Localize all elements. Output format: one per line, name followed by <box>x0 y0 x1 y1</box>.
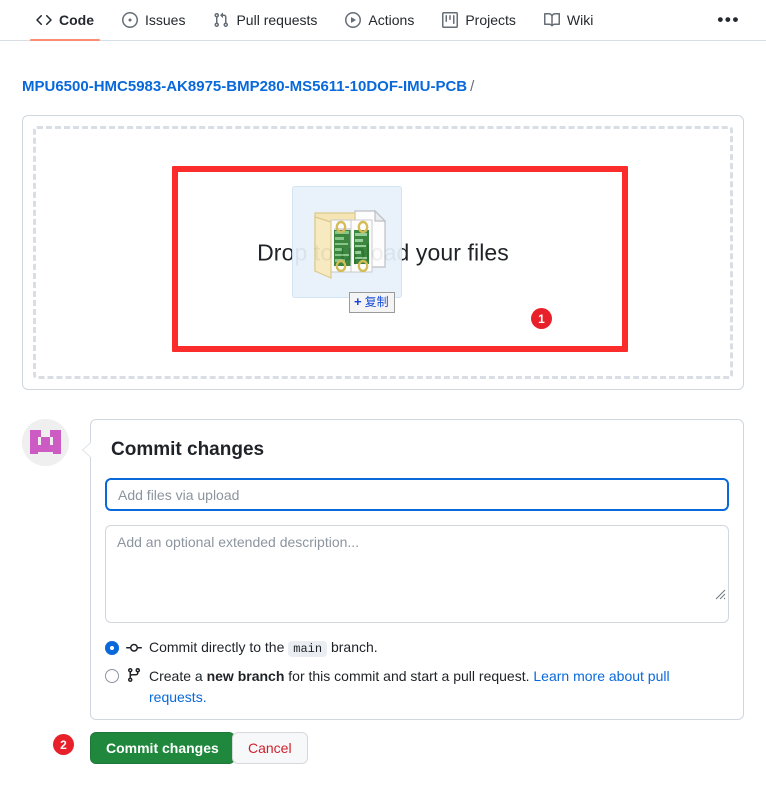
option-create-new-branch[interactable]: Create a new branch for this commit and … <box>105 666 705 708</box>
tab-issues[interactable]: Issues <box>108 0 199 40</box>
commit-changes-card: Commit changes Commit directly to the ma… <box>82 419 744 720</box>
code-icon <box>36 12 52 28</box>
annotation-badge-1: 1 <box>531 308 552 329</box>
option-create-new-branch-text: Create a new branch for this commit and … <box>149 666 705 708</box>
tab-actions-label: Actions <box>368 12 415 28</box>
new-branch-text-before: Create a <box>149 668 203 684</box>
radio-create-new-branch[interactable] <box>105 669 119 683</box>
commit-direct-text-before: Commit directly to the <box>149 639 285 655</box>
new-branch-text-after: for this commit and start a pull request… <box>288 668 530 684</box>
tab-pull-requests[interactable]: Pull requests <box>199 0 331 40</box>
commit-changes-button[interactable]: Commit changes <box>90 732 235 764</box>
drag-copy-tooltip: + 复制 <box>349 292 395 313</box>
option-commit-direct-text: Commit directly to the main branch. <box>149 637 378 658</box>
commit-message-input[interactable] <box>105 478 729 511</box>
branch-name-chip: main <box>288 641 328 657</box>
play-icon <box>345 12 362 28</box>
active-tab-indicator <box>30 39 100 41</box>
tab-code[interactable]: Code <box>22 0 108 41</box>
tab-actions[interactable]: Actions <box>331 0 428 40</box>
new-branch-emphasis: new branch <box>206 668 285 684</box>
drag-preview-folder-icon <box>292 186 402 298</box>
cancel-button[interactable]: Cancel <box>232 732 308 764</box>
tab-code-label: Code <box>59 12 94 28</box>
plus-icon: + <box>354 294 362 309</box>
book-icon <box>543 12 560 28</box>
commit-direct-text-after: branch. <box>330 639 378 655</box>
repository-nav: Code Issues Pull requests Actions Projec… <box>0 0 766 41</box>
tab-projects-label: Projects <box>465 12 516 28</box>
tab-wiki[interactable]: Wiki <box>530 0 607 40</box>
overflow-menu-button[interactable]: ••• <box>707 0 766 40</box>
issue-opened-icon <box>122 12 138 28</box>
tab-pull-requests-label: Pull requests <box>236 12 318 28</box>
avatar <box>22 419 69 466</box>
project-icon <box>442 12 459 28</box>
breadcrumb-separator: / <box>470 78 475 95</box>
breadcrumb-repo-link[interactable]: MPU6500-HMC5983-AK8975-BMP280-MS5611-10D… <box>22 78 467 95</box>
breadcrumb: MPU6500-HMC5983-AK8975-BMP280-MS5611-10D… <box>22 78 474 95</box>
tab-wiki-label: Wiki <box>566 12 594 28</box>
git-commit-icon <box>126 640 142 656</box>
git-pull-request-icon <box>213 12 229 28</box>
card-pointer-arrow <box>82 442 92 458</box>
commit-description-textarea[interactable] <box>105 525 729 623</box>
tab-projects[interactable]: Projects <box>428 0 530 40</box>
git-branch-icon <box>126 667 142 683</box>
option-commit-direct[interactable]: Commit directly to the main branch. <box>105 637 378 658</box>
drag-copy-label: 复制 <box>364 294 389 309</box>
tab-issues-label: Issues <box>145 12 186 28</box>
annotation-badge-2: 2 <box>53 734 74 755</box>
commit-card-title: Commit changes <box>111 439 265 460</box>
radio-commit-direct[interactable] <box>105 640 119 655</box>
github-upload-page: Code Issues Pull requests Actions Projec… <box>0 0 766 787</box>
